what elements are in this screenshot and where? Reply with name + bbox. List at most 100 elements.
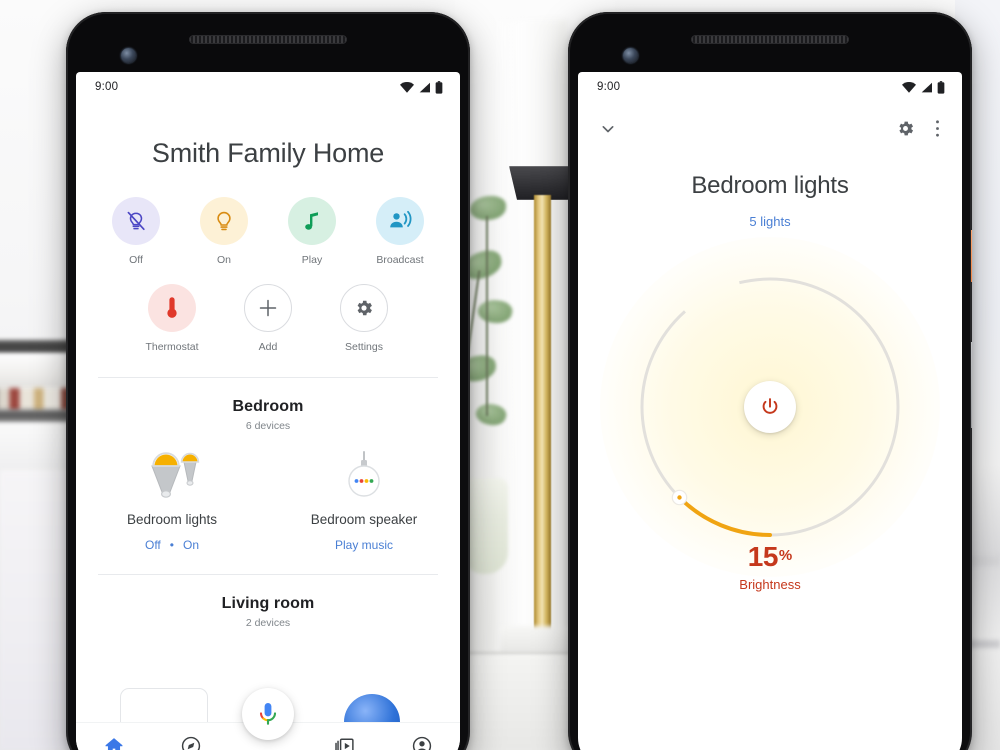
- collapse-button[interactable]: [598, 119, 618, 144]
- phone-bezel-top: [568, 12, 972, 80]
- power-icon: [762, 398, 778, 414]
- room-title-bedroom: Bedroom: [232, 398, 304, 415]
- battery-icon: [435, 80, 443, 94]
- phone-bezel-top: [66, 12, 470, 80]
- quick-action-thermostat[interactable]: Thermostat: [139, 284, 205, 353]
- power-side-button[interactable]: [971, 230, 972, 282]
- nav-item-media[interactable]: [319, 726, 371, 750]
- status-time: 9:00: [597, 81, 621, 93]
- music-note-icon: [305, 212, 318, 230]
- smart-speaker-icon: [348, 451, 380, 497]
- dial-handle-dot: [677, 495, 682, 500]
- quick-action-off-label: Off: [129, 254, 143, 266]
- device-card-bedroom-lights[interactable]: Bedroom lights Off • On: [76, 450, 268, 552]
- front-camera: [623, 48, 638, 63]
- pendant-lights-icon: [151, 452, 200, 498]
- partial-device-card-left[interactable]: [120, 688, 208, 722]
- status-icons: [902, 80, 945, 94]
- device-actions-bedroom-speaker: Play music: [335, 538, 393, 552]
- device-row-bedroom: Bedroom lights Off • On Bedroom speaker …: [76, 450, 460, 552]
- nav-item-home[interactable]: [88, 726, 140, 750]
- brightness-dial[interactable]: [600, 237, 940, 577]
- quick-action-settings[interactable]: Settings: [331, 284, 397, 353]
- plus-icon: [259, 299, 277, 317]
- wifi-icon: [400, 81, 414, 93]
- action-separator: •: [169, 538, 174, 552]
- status-bar: 9:00: [578, 72, 962, 102]
- room-device-count-living-room: 2 devices: [245, 617, 291, 629]
- front-camera: [121, 48, 136, 63]
- earpiece-grille: [691, 35, 849, 44]
- earpiece-grille: [189, 35, 347, 44]
- nav-item-explore[interactable]: [165, 726, 217, 750]
- thermometer-icon: [167, 297, 177, 318]
- device-action-on[interactable]: On: [183, 538, 199, 552]
- wifi-icon: [902, 81, 916, 93]
- brightness-label: Brightness: [739, 577, 801, 592]
- battery-icon: [937, 80, 945, 94]
- quick-action-add[interactable]: Add: [235, 284, 301, 353]
- device-card-bedroom-speaker[interactable]: Bedroom speaker Play music: [268, 450, 460, 552]
- device-name-bedroom-speaker: Bedroom speaker: [310, 512, 418, 527]
- quick-action-broadcast-circle[interactable]: [376, 197, 424, 245]
- device-actions-bedroom-lights: Off • On: [145, 538, 199, 552]
- quick-action-broadcast-label: Broadcast: [376, 254, 424, 266]
- quick-action-settings-circle[interactable]: [340, 284, 388, 332]
- device-count-link[interactable]: 5 lights: [578, 214, 962, 229]
- section-divider: [98, 377, 438, 378]
- device-settings-button[interactable]: [896, 119, 915, 143]
- broadcast-icon: [390, 210, 412, 228]
- lightbulb-on-icon: [217, 211, 231, 231]
- quick-action-thermostat-circle[interactable]: [148, 284, 196, 332]
- left-phone-screen: 9:00 Smith Family Home Off On Play Broad…: [76, 72, 460, 750]
- room-title-living-room: Living room: [221, 595, 315, 612]
- quick-action-on-circle[interactable]: [200, 197, 248, 245]
- volume-side-button[interactable]: [971, 342, 972, 428]
- account-icon: [412, 736, 431, 750]
- brightness-percent-symbol: %: [778, 546, 793, 564]
- home-title: Smith Family Home: [151, 138, 385, 168]
- quick-action-on-label: On: [216, 254, 231, 266]
- quick-action-thermostat-label: Thermostat: [145, 341, 199, 353]
- overflow-menu-button[interactable]: [935, 119, 940, 143]
- assistant-fab[interactable]: [242, 688, 294, 740]
- status-time: 9:00: [95, 81, 119, 93]
- phone-right: 9:00 Bedroom lights 5 lights 15% Brightn…: [568, 12, 972, 750]
- partial-device-icon: [344, 694, 400, 722]
- device-name-bedroom-lights: Bedroom lights: [126, 512, 218, 527]
- background-plant-stem: [486, 216, 488, 416]
- quick-actions-row-1: Off On Play Broadcast: [76, 197, 460, 266]
- google-assistant-mic-icon: [259, 703, 277, 725]
- gear-icon: [899, 121, 914, 136]
- gear-icon: [357, 300, 372, 316]
- chevron-down-icon: [602, 125, 614, 132]
- quick-actions-row-2: Thermostat Add Settings: [76, 284, 460, 353]
- power-toggle-button[interactable]: [744, 381, 796, 433]
- device-action-play-music[interactable]: Play music: [335, 538, 393, 552]
- screenshot-scene: 9:00 Smith Family Home Off On Play Broad…: [0, 0, 1000, 750]
- quick-action-play-label: Play: [301, 254, 323, 266]
- home-icon: [105, 737, 123, 750]
- quick-action-off-circle[interactable]: [112, 197, 160, 245]
- quick-action-add-circle[interactable]: [244, 284, 292, 332]
- app-bar: [578, 108, 962, 154]
- right-phone-screen: 9:00 Bedroom lights 5 lights 15% Brightn…: [578, 72, 962, 750]
- quick-action-add-label: Add: [258, 341, 278, 353]
- quick-action-on[interactable]: On: [191, 197, 257, 266]
- phone-left: 9:00 Smith Family Home Off On Play Broad…: [66, 12, 470, 750]
- quick-action-broadcast[interactable]: Broadcast: [367, 197, 433, 266]
- quick-action-play-circle[interactable]: [288, 197, 336, 245]
- partial-device-card-right[interactable]: [328, 688, 416, 722]
- dial-value-arc: [677, 495, 772, 537]
- more-vertical-icon: [936, 120, 939, 137]
- nav-item-account[interactable]: [396, 726, 448, 750]
- status-bar: 9:00: [76, 72, 460, 102]
- quick-action-settings-label: Settings: [345, 341, 383, 353]
- brightness-value: 15: [747, 541, 779, 572]
- signal-icon: [921, 82, 932, 92]
- background-curtain: [495, 20, 567, 720]
- device-action-off[interactable]: Off: [145, 538, 161, 552]
- section-divider: [98, 574, 438, 575]
- quick-action-off[interactable]: Off: [103, 197, 169, 266]
- quick-action-play[interactable]: Play: [279, 197, 345, 266]
